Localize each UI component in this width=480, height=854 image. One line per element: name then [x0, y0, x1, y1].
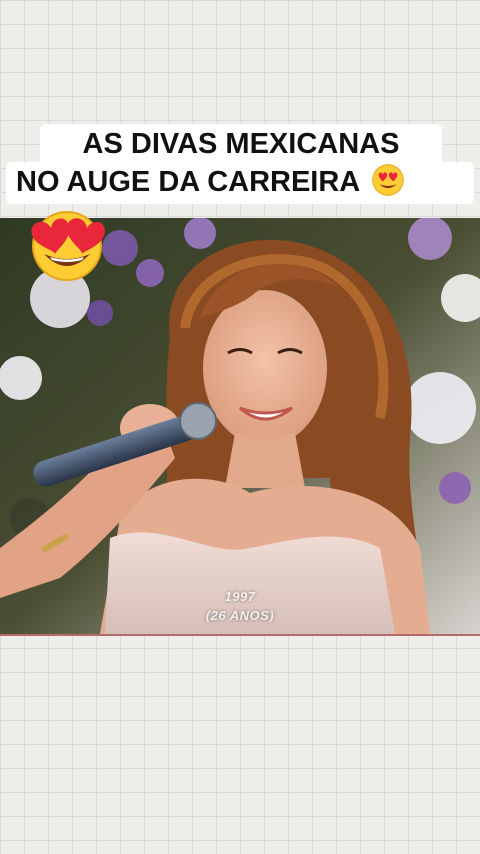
video-year-label: 1997 [224, 589, 256, 604]
caption-line-1: AS DIVAS MEXICANAS [40, 124, 442, 166]
video-age-label: (26 ANOS) [205, 608, 275, 623]
heart-eyes-sticker-icon [31, 211, 105, 281]
caption-line-1-text: AS DIVAS MEXICANAS [82, 128, 400, 160]
caption-line-2: NO AUGE DA CARREIRA [6, 162, 474, 204]
caption-line-2-text: NO AUGE DA CARREIRA [16, 166, 360, 198]
heart-eyes-emoji-icon [372, 164, 404, 196]
